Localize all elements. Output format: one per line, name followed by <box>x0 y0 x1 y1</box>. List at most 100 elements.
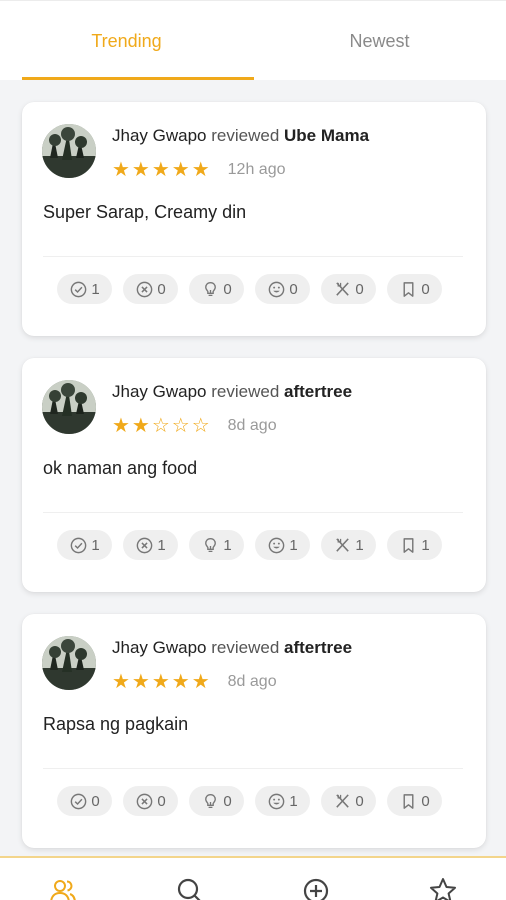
review-text: Super Sarap, Creamy din <box>43 202 247 222</box>
reaction-count: 1 <box>91 536 100 554</box>
review-verb: reviewed <box>211 638 280 657</box>
star-rating: ★★☆☆☆ <box>112 416 212 436</box>
reaction-bar: 0 0 0 1 0 0 <box>57 786 453 816</box>
reaction-count: 1 <box>91 280 100 298</box>
review-feed[interactable]: Jhay Gwapo reviewed Ube Mama ★★★★★ 12h a… <box>0 80 506 856</box>
avatar[interactable] <box>42 636 96 690</box>
reaction-count: 0 <box>355 280 364 298</box>
reaction-funny-button[interactable]: 1 <box>255 786 310 816</box>
add-circle-icon <box>304 878 329 900</box>
review-time: 8d ago <box>227 417 277 434</box>
reaction-funny-button[interactable]: 0 <box>255 274 310 304</box>
review-verb: reviewed <box>211 382 280 401</box>
divider <box>43 768 463 769</box>
rating-row: ★★★★★ 12h ago <box>112 158 286 182</box>
avatar-image <box>42 124 96 178</box>
reaction-idea-button[interactable]: 1 <box>189 530 244 560</box>
reaction-food-button[interactable]: 1 <box>321 530 376 560</box>
smiley-icon <box>268 281 285 297</box>
review-text: ok naman ang food <box>43 458 198 478</box>
avatar[interactable] <box>42 124 96 178</box>
review-card: Jhay Gwapo reviewed aftertree ★★☆☆☆ 8d a… <box>22 358 486 592</box>
check-circle-icon <box>70 793 87 809</box>
check-circle-icon <box>70 537 87 553</box>
utensils-icon <box>336 793 350 808</box>
reaction-helpful-button[interactable]: 1 <box>57 530 112 560</box>
place-name[interactable]: aftertree <box>284 638 352 657</box>
reviewer-name[interactable]: Jhay Gwapo <box>112 638 207 657</box>
avatar-image <box>42 380 96 434</box>
bookmark-icon <box>403 793 414 809</box>
reaction-count: 0 <box>223 280 232 298</box>
reaction-helpful-button[interactable]: 0 <box>57 786 112 816</box>
bookmark-icon <box>403 281 414 297</box>
reaction-idea-button[interactable]: 0 <box>189 786 244 816</box>
x-circle-icon <box>136 281 153 297</box>
bottom-navigation <box>0 856 506 900</box>
star-rating-text: ★★★★★ <box>112 671 212 693</box>
reviewer-name[interactable]: Jhay Gwapo <box>112 126 207 145</box>
lightbulb-icon <box>205 281 217 296</box>
star-icon <box>429 878 456 900</box>
x-circle-icon <box>136 793 153 809</box>
nav-add[interactable] <box>253 858 380 900</box>
lightbulb-icon <box>205 793 217 808</box>
star-rating-text: ★★☆☆☆ <box>112 415 212 437</box>
avatar-image <box>42 636 96 690</box>
divider <box>43 256 463 257</box>
users-icon <box>50 880 76 900</box>
review-card: Jhay Gwapo reviewed Ube Mama ★★★★★ 12h a… <box>22 102 486 336</box>
reaction-not-helpful-button[interactable]: 1 <box>123 530 178 560</box>
reaction-not-helpful-button[interactable]: 0 <box>123 786 178 816</box>
reaction-idea-button[interactable]: 0 <box>189 274 244 304</box>
reaction-count: 0 <box>421 280 430 298</box>
reaction-bookmark-button[interactable]: 0 <box>387 274 442 304</box>
reaction-bar: 1 0 0 0 0 0 <box>57 274 453 304</box>
review-time: 8d ago <box>227 673 277 690</box>
smiley-icon <box>268 793 285 809</box>
reaction-count: 0 <box>289 280 298 298</box>
reaction-count: 1 <box>223 536 232 554</box>
reaction-count: 1 <box>157 536 166 554</box>
star-rating-text: ★★★★★ <box>112 159 212 181</box>
nav-favorites[interactable] <box>380 858 506 900</box>
review-header: Jhay Gwapo reviewed Ube Mama <box>112 126 369 146</box>
reaction-food-button[interactable]: 0 <box>321 786 376 816</box>
star-rating: ★★★★★ <box>112 160 212 180</box>
place-name[interactable]: aftertree <box>284 382 352 401</box>
reaction-food-button[interactable]: 0 <box>321 274 376 304</box>
review-verb: reviewed <box>211 126 280 145</box>
avatar[interactable] <box>42 380 96 434</box>
review-header: Jhay Gwapo reviewed aftertree <box>112 638 352 658</box>
reaction-funny-button[interactable]: 1 <box>255 530 310 560</box>
reaction-bookmark-button[interactable]: 1 <box>387 530 442 560</box>
tab-newest[interactable]: Newest <box>253 1 506 81</box>
smiley-icon <box>268 537 285 553</box>
reaction-bookmark-button[interactable]: 0 <box>387 786 442 816</box>
reaction-helpful-button[interactable]: 1 <box>57 274 112 304</box>
rating-row: ★★★★★ 8d ago <box>112 670 277 694</box>
nav-search[interactable] <box>127 858 254 900</box>
reaction-count: 0 <box>157 792 166 810</box>
bookmark-icon <box>403 537 414 553</box>
place-name[interactable]: Ube Mama <box>284 126 369 145</box>
reaction-count: 0 <box>157 280 166 298</box>
reviewer-name[interactable]: Jhay Gwapo <box>112 382 207 401</box>
reaction-count: 0 <box>421 792 430 810</box>
lightbulb-icon <box>205 537 217 552</box>
star-rating: ★★★★★ <box>112 672 212 692</box>
reaction-count: 1 <box>355 536 364 554</box>
feed-tabs: Trending Newest <box>0 1 506 81</box>
reaction-not-helpful-button[interactable]: 0 <box>123 274 178 304</box>
reaction-bar: 1 1 1 1 1 1 <box>57 530 453 560</box>
rating-row: ★★☆☆☆ 8d ago <box>112 414 277 438</box>
review-time: 12h ago <box>227 161 286 178</box>
tab-trending[interactable]: Trending <box>0 1 253 81</box>
reaction-count: 1 <box>289 536 298 554</box>
reaction-count: 0 <box>355 792 364 810</box>
review-card: Jhay Gwapo reviewed aftertree ★★★★★ 8d a… <box>22 614 486 848</box>
reaction-count: 0 <box>91 792 100 810</box>
top-tab-bar: Trending Newest <box>0 0 506 80</box>
nav-feed[interactable] <box>0 858 127 900</box>
reaction-count: 1 <box>289 792 298 810</box>
